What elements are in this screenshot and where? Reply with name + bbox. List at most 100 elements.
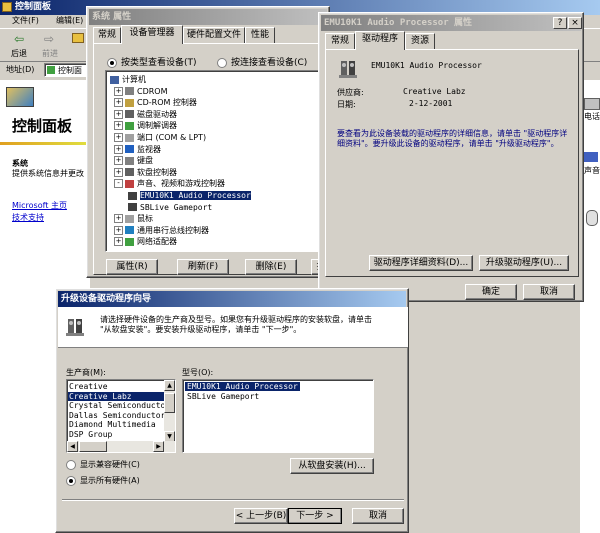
tab-general[interactable]: 常规 [325, 33, 355, 49]
expand-icon[interactable]: + [114, 167, 123, 177]
upgrade-driver-button[interactable]: 升级驱动程序(U)... [479, 255, 569, 271]
device-tree-item[interactable]: 计算机 [110, 74, 146, 85]
hscroll-thumb[interactable] [79, 441, 107, 452]
expand-icon[interactable]: + [114, 156, 123, 166]
expand-icon[interactable]: + [114, 144, 123, 154]
manufacturer-item[interactable]: Crystal Semiconductor [68, 401, 164, 410]
device-tree-item[interactable]: + 磁盘驱动器 [114, 109, 177, 120]
menu-edit[interactable]: 编辑(E) [56, 15, 83, 26]
properties-button[interactable]: 属性(R) [106, 259, 158, 275]
cancel-button[interactable]: 取消 [352, 508, 404, 524]
device-icon [128, 203, 137, 212]
device-tree-item[interactable]: + 端口 (COM & LPT) [114, 132, 206, 143]
refresh-button[interactable]: 刷新(F) [177, 259, 229, 275]
device-tree-item[interactable]: SBLive Gameport [128, 202, 212, 213]
remove-button[interactable]: 删除(E) [245, 259, 297, 275]
expand-icon[interactable]: + [114, 214, 123, 224]
show-all-radio[interactable]: 显示所有硬件(A) [66, 475, 140, 486]
device-tree-item[interactable]: + 软盘控制器 [114, 167, 177, 178]
device-tree-item[interactable]: + 通用串行总线控制器 [114, 225, 209, 236]
tab-device-manager[interactable]: 设备管理器 [121, 25, 183, 44]
wizard-separator [62, 499, 404, 501]
model-item[interactable]: SBLive Gameport [185, 392, 261, 401]
model-item[interactable]: EMU10K1 Audio Processor [185, 382, 300, 391]
emu-properties-titlebar: EMU10K1 Audio Processor 属性 [321, 15, 581, 31]
control-panel-large-icon [6, 87, 34, 107]
sound-label: 声音 [584, 166, 600, 175]
device-tree-item[interactable]: - 声音、视频和游戏控制器 [114, 178, 225, 189]
device-tree-label: 计算机 [122, 75, 146, 84]
menu-file[interactable]: 文件(F) [12, 15, 39, 26]
scroll-left-icon[interactable]: ◀ [67, 441, 78, 452]
view-by-connection-radio[interactable]: 按连接查看设备(C) [217, 55, 307, 68]
next-button[interactable]: 下一步 > [288, 508, 342, 524]
manufacturer-item[interactable]: Diamond Multimedia [68, 420, 164, 429]
collapse-icon[interactable]: - [114, 179, 123, 189]
back-button[interactable]: 后退 [11, 48, 27, 59]
section-description: 提供系统信息并更改 [12, 169, 84, 178]
back-arrow-icon[interactable]: ⇦ [14, 32, 24, 46]
up-folder-icon[interactable] [72, 33, 84, 43]
manufacturer-item[interactable]: Creative Labz [68, 391, 164, 401]
device-tree-item[interactable]: EMU10K1 Audio Processor [128, 190, 251, 201]
device-icon [125, 179, 134, 188]
tab-performance[interactable]: 性能 [245, 27, 275, 43]
cancel-button[interactable]: 取消 [523, 284, 575, 300]
expand-icon[interactable]: + [114, 86, 123, 96]
manufacturer-vscroll[interactable]: ▲ ▼ [164, 380, 175, 442]
back-button[interactable]: < 上一步(B) [234, 508, 288, 524]
device-icon [125, 237, 134, 246]
device-icon [125, 121, 134, 130]
microsoft-home-link[interactable]: Microsoft 主页 [12, 200, 67, 211]
tab-hardware-profiles[interactable]: 硬件配置文件 [183, 27, 245, 43]
sound-icon[interactable] [584, 152, 598, 162]
model-list[interactable]: EMU10K1 Audio Processor SBLive Gameport [182, 379, 374, 453]
tab-driver[interactable]: 驱动程序 [355, 31, 405, 50]
tab-resources[interactable]: 资源 [405, 33, 435, 49]
device-tree-item[interactable]: + 网络适配器 [114, 236, 177, 247]
device-tree-item[interactable]: + CD-ROM 控制器 [114, 97, 197, 108]
forward-button[interactable]: 前进 [42, 48, 58, 59]
device-icon [125, 214, 134, 223]
ok-button[interactable]: 确定 [465, 284, 517, 300]
phone-icon[interactable] [584, 98, 600, 110]
device-icon [125, 156, 134, 165]
device-tree-label: 声音、视频和游戏控制器 [137, 179, 225, 189]
manufacturer-item[interactable]: Dallas Semiconductor [68, 411, 164, 420]
tech-support-link[interactable]: 技术支持 [12, 212, 44, 223]
device-icon [125, 98, 134, 107]
manufacturer-list[interactable]: Creative Creative Labz Crystal Semiconduct… [66, 379, 176, 453]
scroll-up-icon[interactable]: ▲ [164, 380, 175, 391]
manufacturer-hscroll[interactable]: ◀ ▶ [67, 441, 175, 452]
mouse-icon[interactable] [586, 210, 598, 226]
device-icon [128, 191, 137, 200]
expand-icon[interactable]: + [114, 237, 123, 247]
device-tree-item[interactable]: + 鼠标 [114, 213, 153, 224]
scroll-right-icon[interactable]: ▶ [153, 441, 164, 452]
device-tree-item[interactable]: + 调制解调器 [114, 120, 177, 131]
device-tree[interactable]: 计算机 + CDROM + CD-ROM 控制器 + 磁盘驱动器 + 调制解调器 + 端口 (COM… [105, 70, 327, 252]
device-tree-item[interactable]: + CDROM [114, 86, 168, 97]
folder-icon [2, 2, 12, 12]
device-tree-item[interactable]: + 键盘 [114, 155, 153, 166]
manufacturer-item[interactable]: Creative [68, 382, 164, 391]
have-disk-button[interactable]: 从软盘安装(H)... [290, 458, 374, 474]
expand-icon[interactable]: + [114, 98, 123, 108]
view-by-type-radio[interactable]: 按类型查看设备(T) [107, 55, 197, 68]
tab-general[interactable]: 常规 [93, 27, 121, 43]
help-button[interactable]: ? [553, 17, 567, 29]
expand-icon[interactable]: + [114, 225, 123, 235]
device-tree-label: EMU10K1 Audio Processor [140, 191, 251, 200]
forward-arrow-icon[interactable]: ⇨ [44, 32, 54, 46]
expand-icon[interactable]: + [114, 109, 123, 119]
expand-icon[interactable]: + [114, 133, 123, 142]
scroll-thumb[interactable] [164, 393, 175, 413]
manufacturer-item[interactable]: DSP Group [68, 430, 164, 439]
close-button[interactable]: × [568, 17, 582, 29]
expand-icon[interactable]: + [114, 121, 123, 131]
driver-details-button[interactable]: 驱动程序详细资料(D)... [369, 255, 473, 271]
control-panel-small-icon [47, 66, 55, 74]
show-compatible-radio[interactable]: 显示兼容硬件(C) [66, 459, 140, 470]
device-tree-item[interactable]: + 监视器 [114, 144, 161, 155]
device-tree-label: CD-ROM 控制器 [137, 98, 197, 108]
